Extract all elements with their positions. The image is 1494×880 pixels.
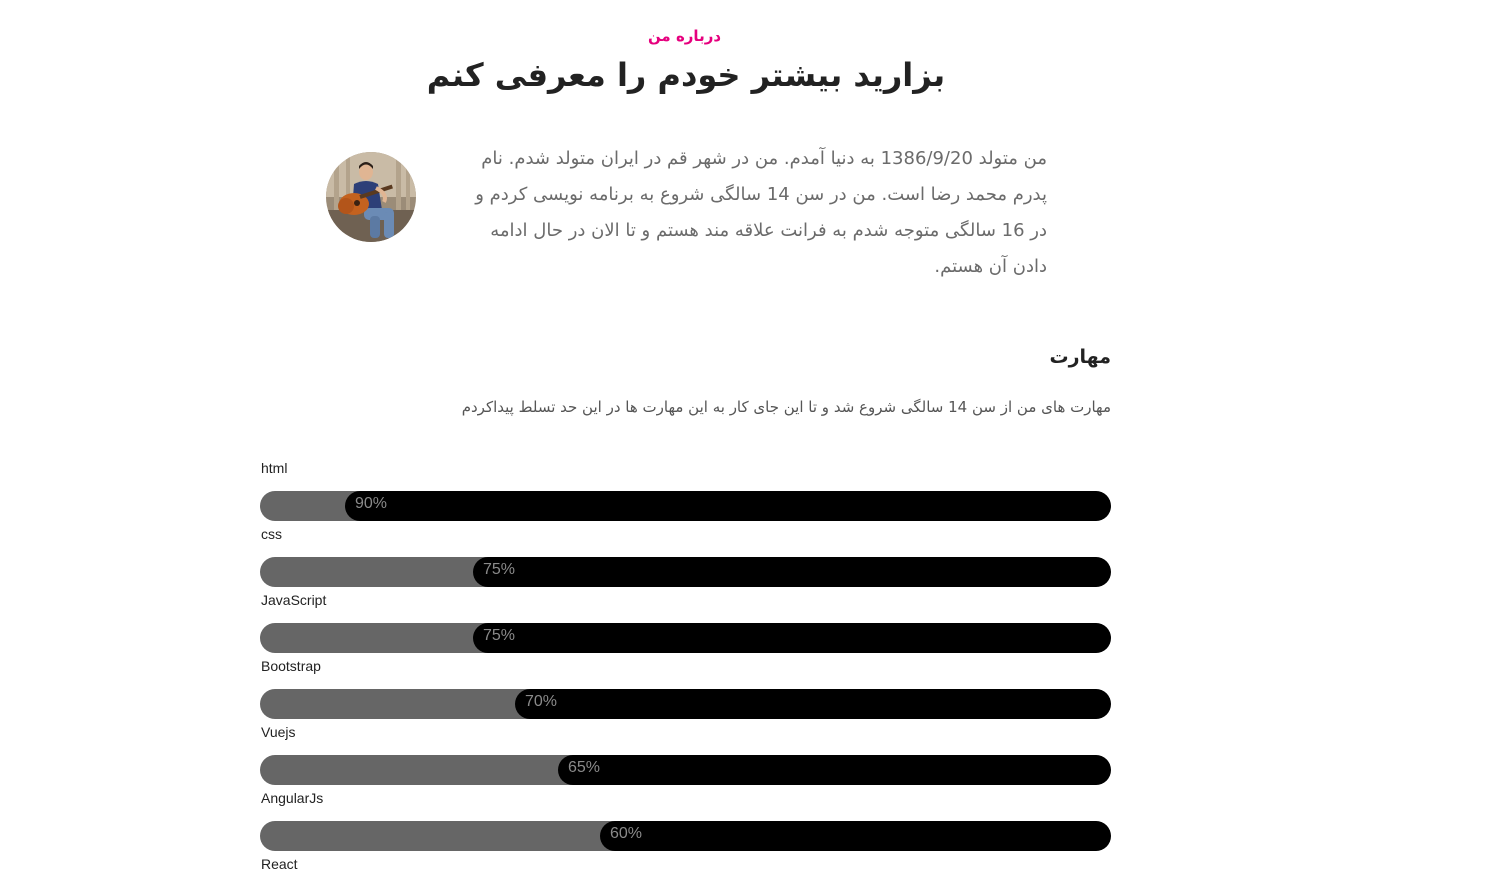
skill-bar-fill [473,623,1111,653]
guitar-player-image [326,152,416,242]
skill-percent-label: 90% [355,495,388,512]
section-eyebrow: درباره من [647,27,722,45]
skill-name-bootstrap: Bootstrap [261,658,321,674]
skill-percent-label: 75% [483,561,516,578]
skills-description: مهارت های من از سن 14 سالگی شروع شد و تا… [461,398,1111,416]
skill-bar-bootstrap: 70% [260,689,1111,719]
skill-bar-fill [600,821,1111,851]
skill-percent-label: 60% [610,825,643,842]
skill-name-javascript: JavaScript [261,592,327,608]
page-title: بزارید بیشتر خودم را معرفی کنم [426,56,946,94]
skill-bar-css: 75% [260,557,1111,587]
skill-bar-javascript: 75% [260,623,1111,653]
skill-name-angularjs: AngularJs [261,790,324,806]
skill-bar-vuejs: 65% [260,755,1111,785]
skill-percent-label: 75% [483,627,516,644]
skill-name-vuejs: Vuejs [261,724,296,740]
skill-name-react: React [261,856,298,872]
skill-percent-label: 70% [525,693,558,710]
skill-bar-fill [515,689,1111,719]
skill-bar-fill [558,755,1111,785]
skill-name-html: html [261,460,288,476]
skill-name-css: css [261,526,282,542]
avatar [326,152,416,242]
skill-bar-angularjs: 60% [260,821,1111,851]
skill-bar-fill [345,491,1111,521]
skill-bar-html: 90% [260,491,1111,521]
skill-bar-fill [473,557,1111,587]
skills-heading: مهارت [1049,346,1111,368]
bio-text: من متولد 1386/9/20 به دنیا آمدم. من در ش… [475,148,1047,277]
skill-percent-label: 65% [568,759,601,776]
about-section: درباره من بزارید بیشتر خودم را معرفی کنم [0,0,1494,880]
